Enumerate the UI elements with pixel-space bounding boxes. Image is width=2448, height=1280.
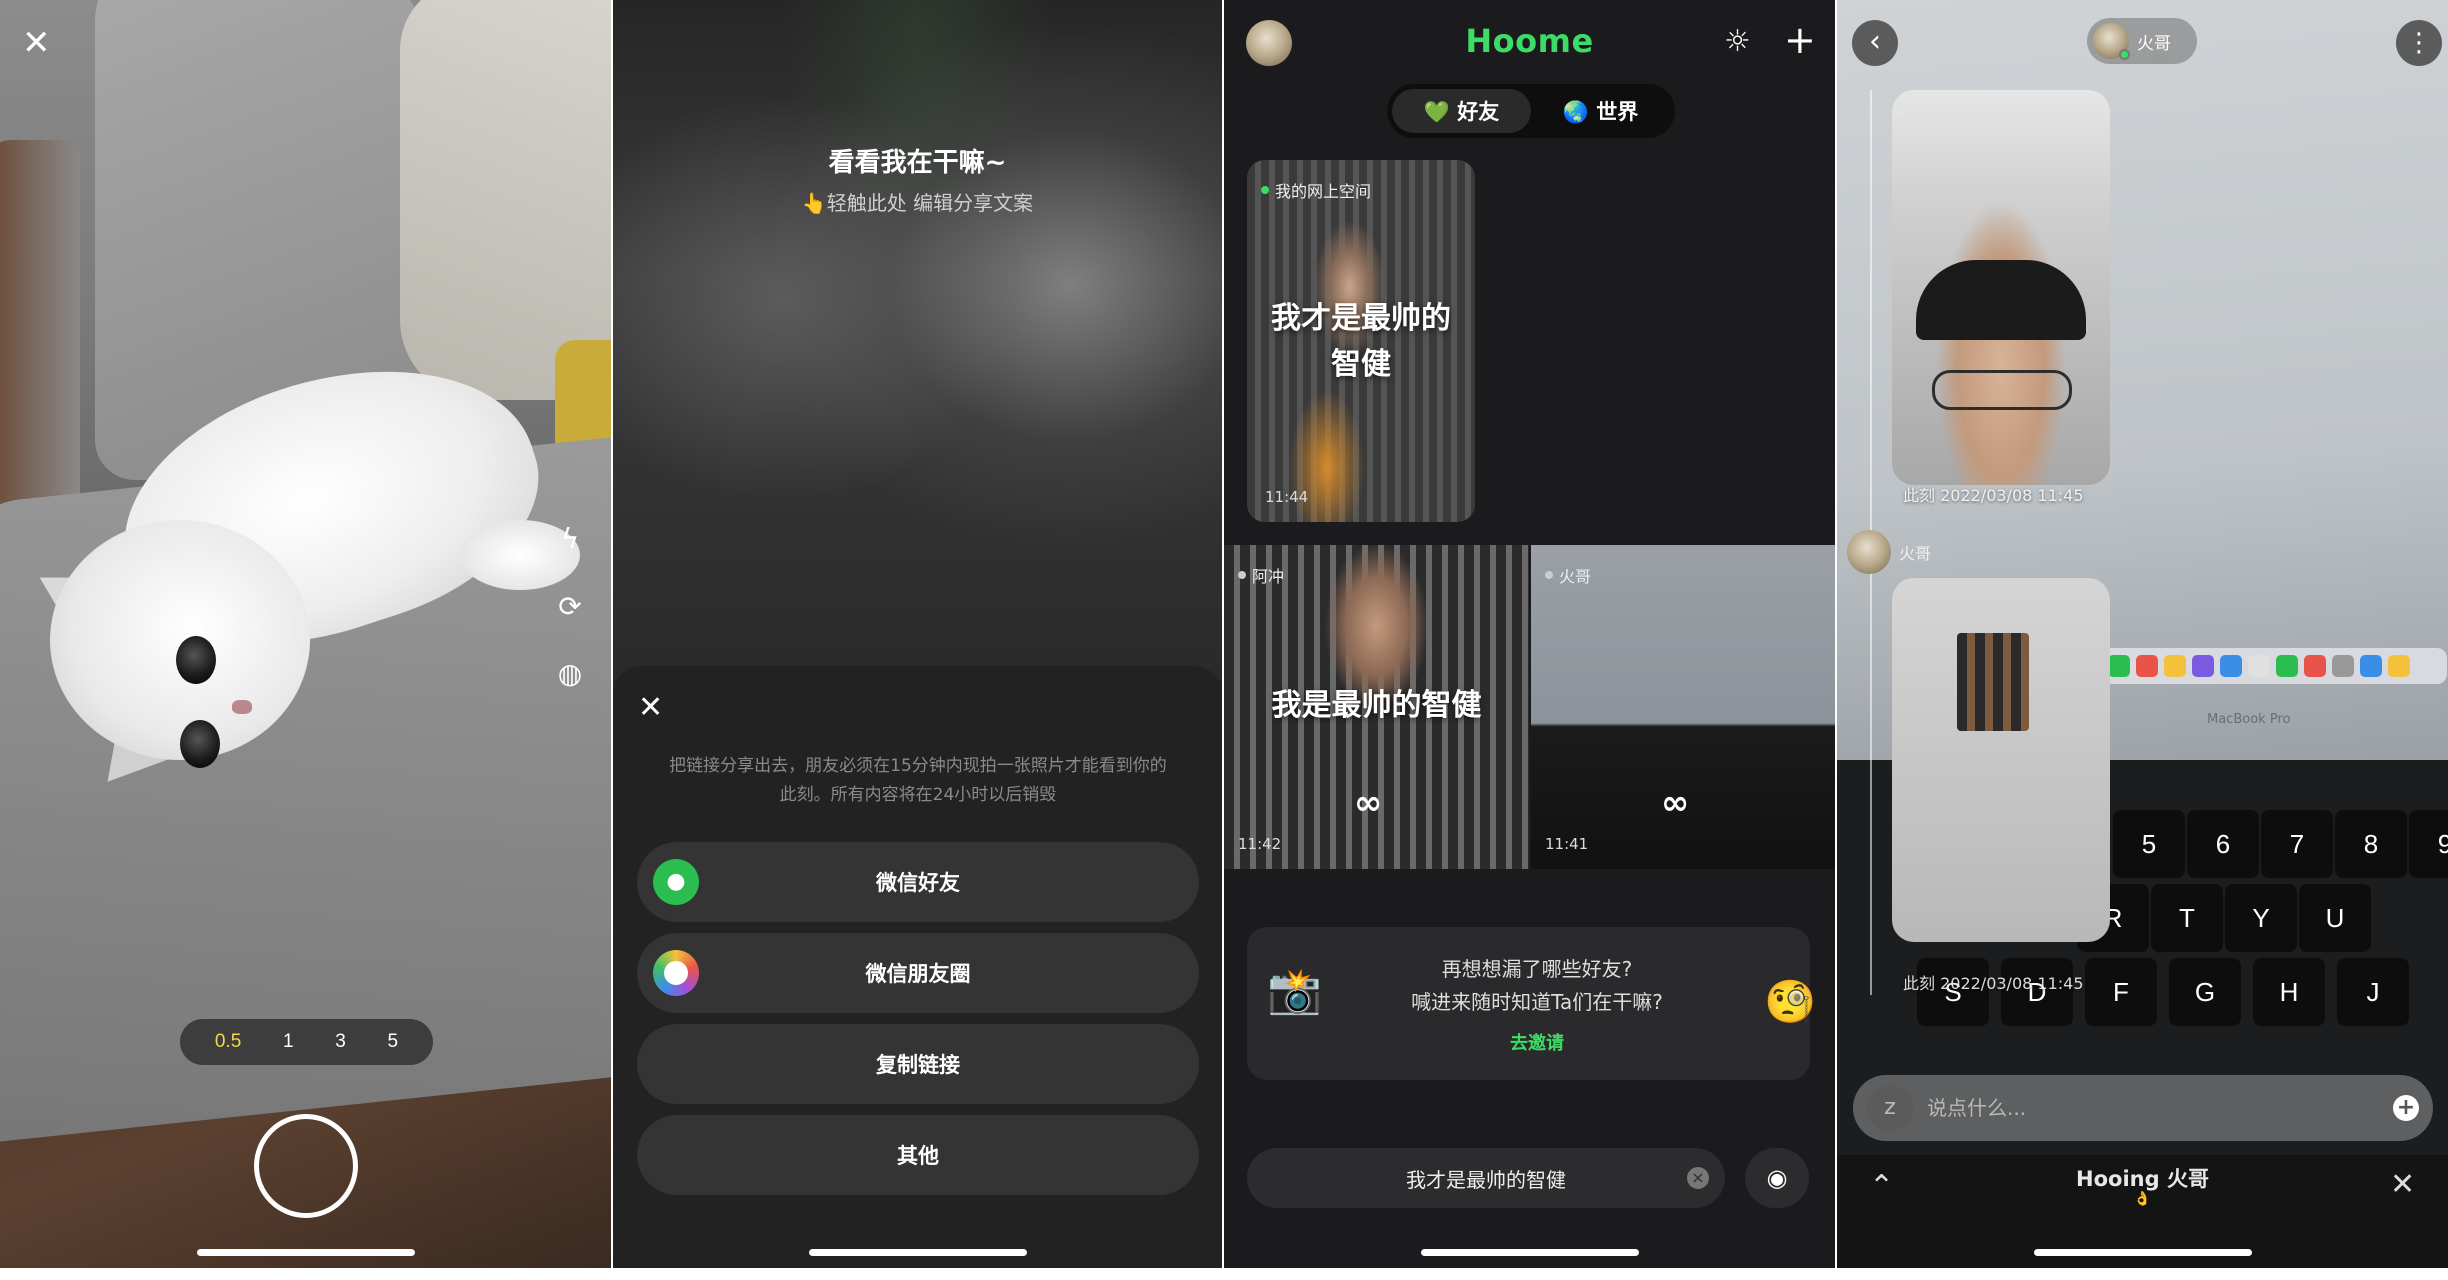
infinity-icon: ∞ — [1661, 783, 1690, 823]
share-option-label: 微信朋友圈 — [865, 962, 971, 986]
blurred-preview — [613, 0, 1222, 680]
share-screen: 看看我在干嘛~ 👆轻触此处 编辑分享文案 ✕ 把链接分享出去，朋友必须在15分钟… — [613, 0, 1222, 1268]
key: H — [2253, 958, 2325, 1026]
camera-icon[interactable]: ◉ — [1745, 1148, 1809, 1208]
card-caption: 我才是最帅的智健 — [1271, 301, 1451, 382]
camera-screen: ✕ ϟ ⟳ ◍ 0.5 1 3 5 — [0, 0, 611, 1268]
copy-link-button[interactable]: 复制链接 — [637, 1024, 1199, 1104]
user-avatar — [2093, 23, 2130, 60]
card-label: 阿冲 — [1252, 567, 1285, 586]
friend-card[interactable]: 火哥 ∞ 11:41 — [1531, 545, 1835, 869]
key: 7 — [2261, 810, 2333, 878]
card-time: 11:44 — [1265, 488, 1309, 506]
share-option-label: 微信好友 — [876, 871, 960, 895]
share-title[interactable]: 看看我在干嘛~ — [613, 142, 1222, 179]
online-dot — [1261, 186, 1269, 194]
key: F — [2085, 958, 2157, 1026]
share-note: 把链接分享出去，朋友必须在15分钟内现拍一张照片才能看到你的此刻。所有内容将在2… — [669, 756, 1167, 805]
invite-line-1: 再想想漏了哪些好友? — [1441, 957, 1633, 981]
chat-screen: MacBook Pro 5 6 7 8 9 R T Y U S D F G H … — [1837, 0, 2448, 1268]
back-icon[interactable]: ‹ — [1852, 20, 1898, 66]
home-indicator — [1420, 1249, 1639, 1256]
home-indicator — [2033, 1249, 2252, 1256]
invite-line-2: 喊进来随时知道Ta们在干嘛? — [1411, 990, 1663, 1014]
photo-timestamp: 此刻 2022/03/08 11:45 — [1903, 486, 2084, 505]
share-sheet: ✕ 把链接分享出去，朋友必须在15分钟内现拍一张照片才能看到你的此刻。所有内容将… — [613, 666, 1222, 1268]
key: J — [2337, 958, 2409, 1026]
photo-card-selfie[interactable] — [1892, 90, 2110, 485]
tab-world[interactable]: 🌏 世界 — [1531, 89, 1670, 133]
home-indicator — [196, 1249, 415, 1256]
invite-link[interactable]: 去邀请 — [1347, 1029, 1727, 1055]
friend-name: 火哥 — [1899, 544, 1932, 563]
card-label: 火哥 — [1559, 567, 1592, 586]
status-input[interactable]: 我才是最帅的智健 × — [1247, 1148, 1725, 1208]
my-space-card[interactable]: 我的网上空间 我才是最帅的智健 11:44 — [1247, 160, 1475, 522]
zoom-0.5-button[interactable]: 0.5 — [215, 1031, 241, 1053]
user-chip[interactable]: 火哥 — [2087, 18, 2197, 64]
key: 6 — [2187, 810, 2259, 878]
key: 8 — [2335, 810, 2407, 878]
zoom-1-button[interactable]: 1 — [283, 1031, 294, 1053]
moments-icon — [653, 950, 699, 996]
wechat-icon: ● — [653, 859, 699, 905]
share-moments-button[interactable]: 微信朋友圈 — [637, 933, 1199, 1013]
share-other-button[interactable]: 其他 — [637, 1115, 1199, 1195]
feed-screen: Hoome ☼ + 💚 好友 🌏 世界 我的网上空间 我才是最帅的智健 11:4… — [1224, 0, 1835, 1268]
tab-friends[interactable]: 💚 好友 — [1392, 89, 1531, 133]
home-indicator — [808, 1249, 1027, 1256]
hooing-label: Hooing 火哥 — [2076, 1167, 2209, 1191]
chat-input-bar: z + — [1853, 1075, 2433, 1141]
status-text: 我才是最帅的智健 — [1406, 1167, 1566, 1192]
close-icon[interactable]: ✕ — [2390, 1167, 2415, 1202]
zoom-3-button[interactable]: 3 — [335, 1031, 346, 1053]
share-option-label: 复制链接 — [876, 1053, 960, 1077]
dock — [2077, 648, 2447, 684]
online-dot — [2119, 49, 2130, 60]
flip-camera-icon[interactable]: ⟳ — [553, 590, 587, 624]
card-time: 11:42 — [1238, 835, 1282, 853]
friend-avatar[interactable] — [1847, 530, 1891, 574]
clear-icon[interactable]: × — [1687, 1167, 1709, 1189]
infinity-icon: ∞ — [1354, 783, 1383, 823]
key: 5 — [2113, 810, 2185, 878]
key: T — [2151, 884, 2223, 952]
sleep-icon[interactable]: z — [1867, 1085, 1913, 1131]
add-icon[interactable]: + — [2393, 1095, 2419, 1121]
globe-icon[interactable]: ◍ — [553, 657, 587, 691]
user-name: 火哥 — [2137, 33, 2171, 54]
close-icon[interactable]: ✕ — [22, 26, 51, 60]
camera-emoji-icon: 📸 — [1267, 966, 1322, 1017]
ok-hand-icon: 👌 — [2133, 1191, 2152, 1207]
zoom-5-button[interactable]: 5 — [388, 1031, 399, 1053]
share-option-label: 其他 — [897, 1144, 939, 1168]
cat-photo-head — [50, 520, 310, 760]
add-icon[interactable]: + — [1784, 18, 1816, 62]
card-caption: 我是最帅的智健 — [1271, 688, 1482, 723]
feed-tabs: 💚 好友 🌏 世界 — [1387, 84, 1675, 138]
flash-off-icon[interactable]: ϟ — [553, 522, 587, 556]
shutter-button[interactable] — [254, 1114, 358, 1218]
share-subtitle[interactable]: 👆轻触此处 编辑分享文案 — [613, 187, 1222, 216]
card-time: 11:41 — [1545, 835, 1589, 853]
friend-card[interactable]: 阿冲 我是最帅的智健 ∞ 11:42 — [1224, 545, 1529, 869]
invite-card: 📸 再想想漏了哪些好友? 喊进来随时知道Ta们在干嘛? 去邀请 🧐 — [1247, 927, 1816, 1080]
card-label: 我的网上空间 — [1275, 182, 1372, 201]
laptop-label: MacBook Pro — [2207, 712, 2291, 727]
brightness-icon[interactable]: ☼ — [1724, 24, 1751, 59]
monocle-emoji-icon: 🧐 — [1764, 977, 1817, 1026]
key: G — [2169, 958, 2241, 1026]
key: 9 — [2409, 810, 2448, 878]
key: U — [2299, 884, 2371, 952]
message-input[interactable] — [1927, 1087, 2367, 1129]
close-icon[interactable]: ✕ — [638, 690, 663, 725]
photo-timestamp: 此刻 2022/03/08 11:45 — [1903, 974, 2084, 993]
zoom-selector: 0.5 1 3 5 — [180, 1019, 433, 1065]
photo-card-screenshot[interactable] — [1892, 578, 2110, 942]
share-wechat-friend-button[interactable]: ● 微信好友 — [637, 842, 1199, 922]
more-icon[interactable]: ⋮ — [2396, 20, 2442, 66]
key: Y — [2225, 884, 2297, 952]
